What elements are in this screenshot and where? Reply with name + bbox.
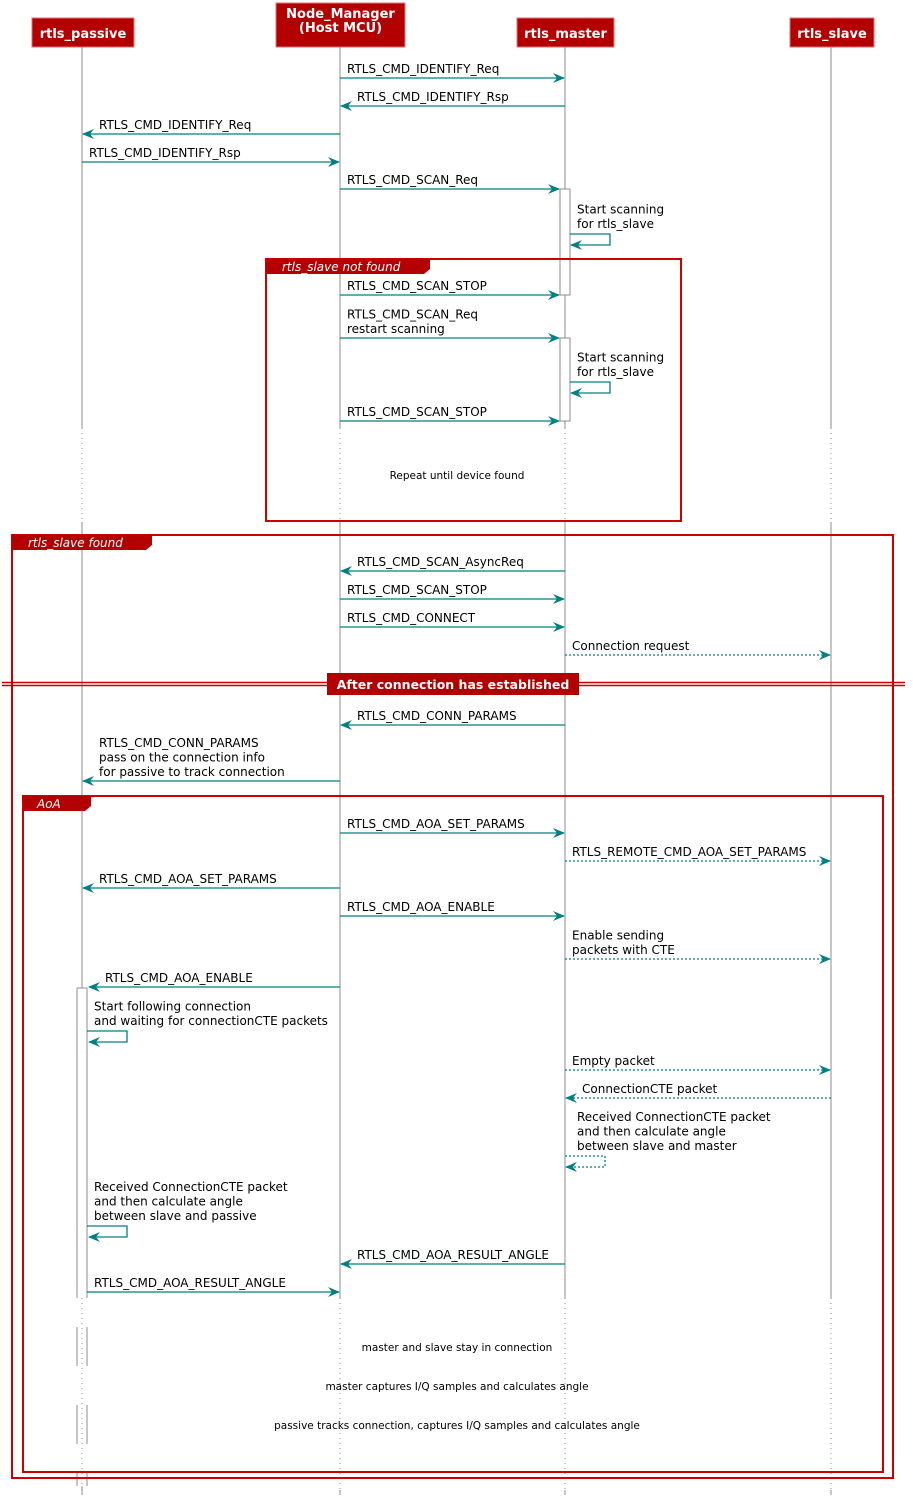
message-label: RTLS_CMD_IDENTIFY_Rsp [357,90,509,104]
message: RTLS_CMD_CONNECT [340,611,565,632]
message-label: RTLS_CMD_IDENTIFY_Req [99,118,251,132]
message-label: Empty packet [572,1054,655,1068]
divider-label: After connection has established [337,677,570,692]
activation-master [559,188,571,296]
message-label: Start scanning [577,351,664,365]
message-label: Enable sending [572,929,664,943]
message-label: RTLS_CMD_AOA_SET_PARAMS [347,817,525,831]
message: Received ConnectionCTE packetand then ca… [87,1180,288,1242]
message-label: RTLS_CMD_AOA_SET_PARAMS [99,872,277,886]
message-label: and then calculate angle [577,1125,726,1139]
message: Received ConnectionCTE packetand then ca… [565,1110,771,1172]
activation-master [559,337,571,422]
message-label: Start following connection [94,1000,251,1014]
message: RTLS_CMD_IDENTIFY_Rsp [340,90,565,111]
message: ConnectionCTE packet [565,1082,831,1103]
participant-nm: Node_Manager(Host MCU) [275,2,406,48]
message-label: RTLS_CMD_SCAN_Req [347,173,478,187]
frame-border [22,795,884,1473]
participant-label: (Host MCU) [299,21,382,36]
message-label: RTLS_CMD_SCAN_Req [347,308,478,322]
message: Empty packet [565,1054,831,1075]
message-label: Received ConnectionCTE packet [577,1110,771,1124]
message-label: ConnectionCTE packet [582,1082,717,1096]
message: RTLS_REMOTE_CMD_AOA_SET_PARAMS [565,845,831,866]
message-label: and waiting for connectionCTE packets [94,1014,328,1028]
message-label: restart scanning [347,322,445,336]
message-label: and then calculate angle [94,1195,243,1209]
message: RTLS_CMD_SCAN_Req [340,173,560,194]
frame-title: rtls_slave found [28,536,123,550]
message-label: Connection request [572,639,690,653]
message: RTLS_CMD_AOA_RESULT_ANGLE [87,1276,340,1297]
message-label: RTLS_CMD_AOA_RESULT_ANGLE [94,1276,286,1290]
message-label: RTLS_CMD_AOA_RESULT_ANGLE [357,1248,549,1262]
message: RTLS_CMD_SCAN_STOP [340,405,560,426]
self-message-arrow [87,1225,128,1242]
message-label: Start scanning [577,203,664,217]
message-label: RTLS_CMD_SCAN_STOP [347,279,487,293]
message: RTLS_CMD_SCAN_Reqrestart scanning [340,308,560,343]
message-label: between slave and passive [94,1209,257,1223]
delay-label: passive tracks connection, captures I/Q … [274,1420,640,1432]
message: RTLS_CMD_AOA_ENABLE [88,971,340,992]
frame-title: AoA [36,797,61,811]
message: RTLS_CMD_AOA_SET_PARAMS [340,817,565,838]
message-label: RTLS_CMD_CONNECT [347,611,476,625]
message: RTLS_CMD_SCAN_AsyncReq [340,555,565,576]
message-label: packets with CTE [572,943,675,957]
delay-label: master and slave stay in connection [362,1342,553,1354]
message: RTLS_CMD_AOA_SET_PARAMS [82,872,340,893]
message: RTLS_CMD_IDENTIFY_Rsp [82,146,340,167]
message-label: RTLS_CMD_SCAN_AsyncReq [357,555,524,569]
message: Connection request [565,639,831,660]
message-label: RTLS_CMD_IDENTIFY_Rsp [89,146,241,160]
message: Enable sendingpackets with CTE [565,929,831,964]
frame-aoa: AoA [22,795,884,1473]
participant-label: rtls_slave [797,27,867,42]
participant-label: rtls_master [524,27,607,42]
divider: After connection has established [2,673,905,695]
message: Start scanningfor rtls_slave [570,351,664,398]
message: RTLS_CMD_SCAN_STOP [340,583,565,604]
message: RTLS_CMD_CONN_PARAMSpass on the connecti… [82,736,340,786]
message-label: RTLS_CMD_AOA_ENABLE [105,971,253,985]
message: RTLS_CMD_IDENTIFY_Req [82,118,340,139]
participant-passive: rtls_passive [31,17,135,48]
message-label: RTLS_CMD_CONN_PARAMS [357,709,517,723]
delay-label: Repeat until device found [390,470,525,482]
message-label: RTLS_CMD_IDENTIFY_Req [347,62,499,76]
self-message-arrow [570,233,611,250]
self-message-arrow [87,1030,128,1047]
message: Start scanningfor rtls_slave [570,203,664,250]
message-label: RTLS_REMOTE_CMD_AOA_SET_PARAMS [572,845,806,859]
message-label: pass on the connection info [99,751,265,765]
participant-label: Node_Manager [286,7,395,22]
message: RTLS_CMD_AOA_ENABLE [340,900,565,921]
message-label: RTLS_CMD_SCAN_STOP [347,583,487,597]
delay-label: master captures I/Q samples and calculat… [325,1381,588,1393]
message: RTLS_CMD_IDENTIFY_Req [340,62,565,83]
self-message-arrow [565,1155,606,1172]
message-label: for rtls_slave [577,365,654,379]
message-label: RTLS_CMD_CONN_PARAMS [99,736,259,750]
message-label: RTLS_CMD_AOA_ENABLE [347,900,495,914]
message-label: RTLS_CMD_SCAN_STOP [347,405,487,419]
message-label: for passive to track connection [99,765,285,779]
message-label: between slave and master [577,1139,737,1153]
frame-title: rtls_slave not found [282,260,401,274]
message: RTLS_CMD_CONN_PARAMS [340,709,565,730]
message: Start following connectionand waiting fo… [87,1000,328,1047]
participant-master: rtls_master [516,17,615,48]
message-label: Received ConnectionCTE packet [94,1180,288,1194]
participant-slave: rtls_slave [789,17,875,48]
sequence-diagram: rtls_slave not foundrtls_slave foundAoA … [2,2,905,1495]
participant-label: rtls_passive [40,27,127,42]
message: RTLS_CMD_AOA_RESULT_ANGLE [340,1248,565,1269]
message-label: for rtls_slave [577,217,654,231]
self-message-arrow [570,381,611,398]
message: RTLS_CMD_SCAN_STOP [340,279,560,300]
